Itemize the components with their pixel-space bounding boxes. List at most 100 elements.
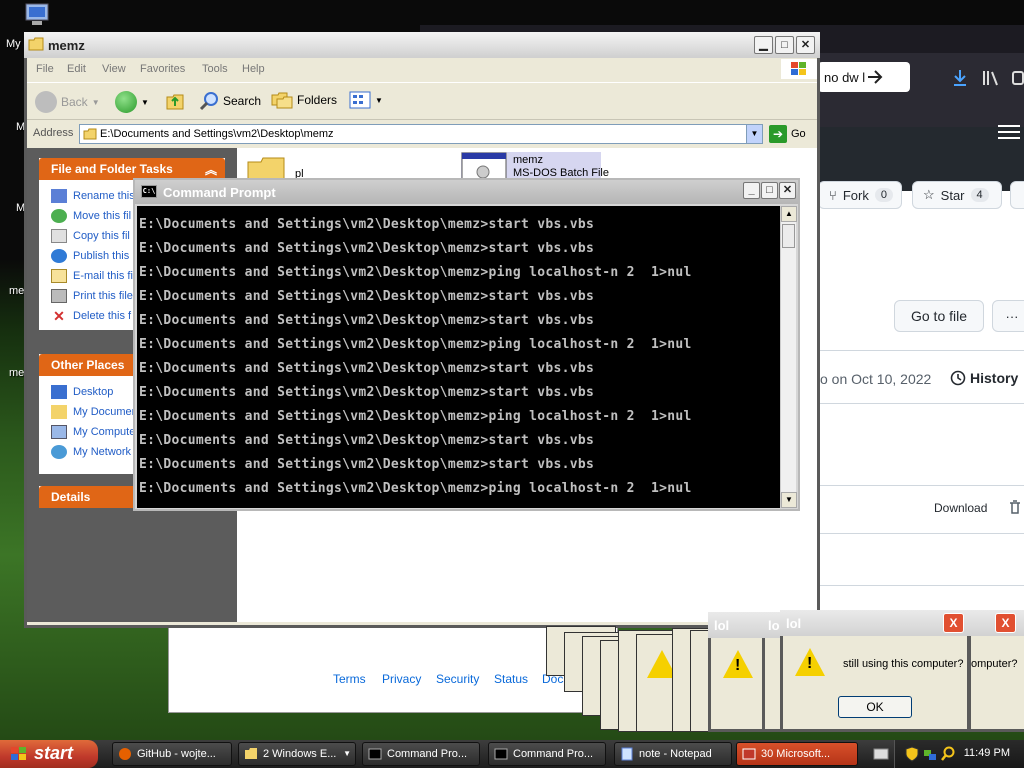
desktop-icon-label[interactable]: My — [6, 38, 21, 50]
start-button[interactable]: start — [0, 740, 98, 768]
menu-file[interactable]: File — [36, 63, 54, 75]
up-folder-button[interactable] — [165, 91, 185, 111]
file-folder-tasks-header[interactable]: File and Folder Tasks ︽ — [39, 158, 225, 180]
console-output[interactable]: E:\Documents and Settings\vm2\Desktop\me… — [137, 206, 780, 508]
explorer-titlebar[interactable]: memz ▁ □ ✕ — [24, 32, 820, 58]
footer-link-security[interactable]: Security — [436, 672, 479, 686]
close-button[interactable]: X — [943, 613, 964, 633]
move-icon — [51, 209, 67, 223]
minimize-button[interactable]: _ — [743, 182, 760, 199]
search-icon — [199, 92, 218, 111]
system-tray: 11:49 PM — [873, 740, 1024, 768]
go-to-file-button[interactable]: Go to file — [894, 300, 984, 332]
star-dropdown-button[interactable] — [1010, 181, 1024, 209]
console-line: E:\Documents and Settings\vm2\Desktop\me… — [139, 289, 595, 304]
hamburger-menu-icon[interactable] — [998, 125, 1020, 141]
rename-icon — [51, 189, 67, 203]
console-line: E:\Documents and Settings\vm2\Desktop\me… — [139, 361, 595, 376]
desktop-icon — [51, 385, 67, 399]
account-icon[interactable] — [1012, 69, 1024, 87]
views-button[interactable]: ▼ — [349, 91, 383, 109]
maximize-button[interactable]: □ — [775, 36, 794, 54]
minimize-button[interactable]: ▁ — [754, 36, 773, 54]
message-text: omputer? — [971, 658, 1018, 670]
star-button[interactable]: ☆ Star 4 — [912, 181, 1002, 209]
clock[interactable]: 11:49 PM — [964, 747, 1010, 759]
taskbar-button-cmd[interactable]: Command Pro... — [362, 742, 480, 766]
divider — [820, 485, 1024, 486]
library-icon[interactable] — [982, 69, 1000, 87]
cmd-icon — [494, 748, 508, 760]
vertical-scrollbar[interactable]: ▲ ▼ — [780, 206, 797, 508]
url-bar[interactable]: no dw l — [818, 62, 910, 92]
command-prompt-titlebar[interactable]: C:\ Command Prompt _ □ ✕ — [135, 180, 798, 204]
network-tray-icon[interactable] — [923, 746, 937, 762]
download-link[interactable]: Download — [934, 501, 987, 515]
trash-icon[interactable] — [1008, 499, 1022, 515]
divider — [820, 585, 1024, 586]
views-icon — [349, 91, 371, 109]
taskbar-button-explorer[interactable]: 2 Windows E... ▼ — [238, 742, 356, 766]
star-icon: ☆ — [923, 187, 935, 202]
task-label: Delete this f — [73, 310, 132, 322]
message-box-titlebar[interactable]: X — [968, 610, 1024, 636]
firefox-icon — [119, 748, 131, 760]
taskbar-label: Command Pro... — [387, 748, 468, 760]
task-label: Print this file — [73, 290, 133, 302]
taskbar-button-github[interactable]: GitHub - wojte... — [112, 742, 232, 766]
search-button[interactable]: Search — [199, 91, 261, 111]
menu-favorites[interactable]: Favorites — [140, 63, 185, 75]
message-box-titlebar[interactable]: lol X — [780, 610, 970, 636]
menu-edit[interactable]: Edit — [67, 63, 86, 75]
folders-icon — [271, 92, 293, 109]
desktop-icon-label[interactable]: me — [9, 285, 24, 297]
security-shield-icon[interactable] — [905, 746, 919, 762]
menu-tools[interactable]: Tools — [202, 63, 228, 75]
go-button[interactable]: ➔ Go — [769, 125, 806, 143]
forward-button[interactable]: ▼ — [115, 91, 149, 113]
search-tray-icon[interactable] — [941, 746, 955, 762]
close-button[interactable]: X — [995, 613, 1016, 633]
fork-button[interactable]: ⑂ Fork 0 — [818, 181, 902, 209]
collapse-chevron-icon[interactable]: ︽ — [205, 161, 217, 178]
menu-help[interactable]: Help — [242, 63, 265, 75]
command-prompt-window: C:\ Command Prompt _ □ ✕ E:\Documents an… — [133, 178, 800, 511]
globe-icon — [51, 249, 67, 263]
group-dropdown-icon[interactable]: ▼ — [343, 749, 351, 758]
address-dropdown-icon[interactable]: ▼ — [746, 125, 762, 143]
my-computer-icon[interactable] — [22, 2, 54, 28]
taskbar-button-microsoft[interactable]: 30 Microsoft... — [736, 742, 858, 766]
address-input[interactable]: E:\Documents and Settings\vm2\Desktop\me… — [79, 124, 763, 144]
task-label: Move this fil — [73, 210, 132, 222]
download-arrow-icon[interactable] — [952, 69, 968, 87]
footer-link-terms[interactable]: Terms — [333, 672, 366, 686]
keyboard-icon[interactable] — [873, 747, 889, 761]
close-button[interactable]: ✕ — [779, 182, 796, 199]
folder-icon — [83, 128, 97, 140]
taskbar-button-cmd[interactable]: Command Pro... — [488, 742, 606, 766]
close-button[interactable]: ✕ — [796, 36, 815, 54]
task-label: Rename this — [73, 190, 135, 202]
windows-flag-icon — [11, 747, 26, 760]
more-options-button[interactable]: ··· — [992, 300, 1024, 332]
footer-link-status[interactable]: Status — [494, 672, 528, 686]
scroll-down-icon[interactable]: ▼ — [781, 492, 797, 508]
ok-button[interactable]: OK — [838, 696, 912, 718]
message-box-main: lol X ! still using this computer? OK — [780, 610, 970, 732]
taskbar-button-notepad[interactable]: note - Notepad — [614, 742, 732, 766]
folder-icon — [28, 37, 44, 51]
console-line: E:\Documents and Settings\vm2\Desktop\me… — [139, 241, 595, 256]
arrow-right-icon[interactable] — [866, 69, 884, 85]
footer-link-privacy[interactable]: Privacy — [382, 672, 421, 686]
menu-view[interactable]: View — [102, 63, 126, 75]
network-icon — [51, 445, 67, 459]
scroll-up-icon[interactable]: ▲ — [781, 206, 797, 222]
history-link[interactable]: History — [950, 370, 1018, 386]
desktop: My M M me me no dw l ⑂ Fork 0 ☆ Star 4 G… — [0, 0, 1024, 740]
folders-button[interactable]: Folders — [271, 91, 337, 109]
maximize-button[interactable]: □ — [761, 182, 778, 199]
desktop-icon-label[interactable]: me — [9, 367, 24, 379]
scroll-thumb[interactable] — [782, 224, 795, 248]
fork-label: Fork — [842, 187, 869, 203]
back-button[interactable]: Back ▼ — [35, 91, 100, 113]
